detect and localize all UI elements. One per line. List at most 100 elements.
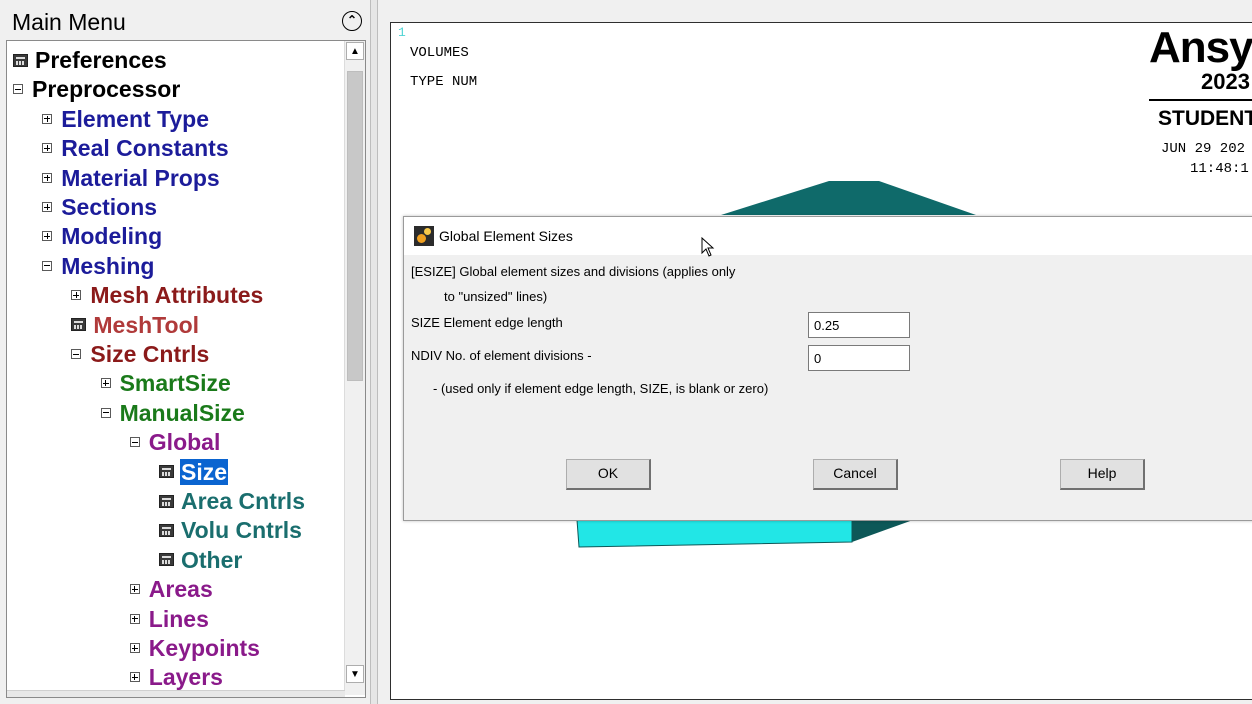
esize-description: [ESIZE] Global element sizes and divisio…: [411, 264, 736, 279]
tree-item-meshing[interactable]: Meshing: [42, 252, 155, 280]
tree-item-volu-cntrls[interactable]: Volu Cntrls: [159, 516, 303, 544]
function-icon[interactable]: [159, 494, 174, 508]
volume-top-face: [721, 181, 976, 215]
function-icon[interactable]: [13, 53, 28, 67]
tree-item-area-cntrls[interactable]: Area Cntrls: [159, 487, 306, 515]
tree-item-element-type[interactable]: Element Type: [42, 105, 210, 133]
function-icon[interactable]: [159, 523, 174, 537]
expand-icon[interactable]: [71, 290, 82, 301]
tree-item-lines[interactable]: Lines: [129, 605, 210, 633]
tree-item-smartsize[interactable]: SmartSize: [100, 369, 232, 397]
panel-splitter[interactable]: [370, 0, 378, 704]
expand-icon[interactable]: [42, 113, 53, 124]
tree-item-label: Modeling: [61, 223, 163, 250]
dialog-title: Global Element Sizes: [439, 228, 573, 244]
ok-button[interactable]: OK: [566, 459, 651, 490]
ndiv-label: NDIV No. of element divisions -: [411, 348, 592, 363]
tree-item-manualsize[interactable]: ManualSize: [100, 399, 246, 427]
collapse-tree-icon[interactable]: [71, 349, 82, 359]
collapse-icon[interactable]: ⌃: [342, 11, 362, 31]
ansys-edition: STUDENT: [1158, 107, 1252, 130]
ansys-app-icon: [414, 226, 434, 246]
tree-item-preprocessor[interactable]: Preprocessor: [13, 75, 181, 103]
ansys-year: 2023: [1201, 69, 1250, 94]
logo-divider: [1149, 99, 1252, 101]
tree-item-label: Size Cntrls: [90, 341, 210, 367]
collapse-tree-icon[interactable]: [100, 407, 111, 418]
volume-front-face: [576, 519, 853, 548]
function-icon[interactable]: [71, 318, 87, 332]
expand-icon[interactable]: [100, 378, 111, 389]
ansys-logo: Ansys: [1149, 23, 1252, 72]
tree-item-label: Mesh Attributes: [90, 282, 264, 309]
function-icon[interactable]: [159, 553, 174, 567]
tree-item-label: SmartSize: [119, 370, 231, 397]
esize-description-cont: to "unsized" lines): [444, 289, 548, 304]
tree-item-size[interactable]: Size: [159, 458, 229, 486]
tree-item-label: Size: [180, 458, 229, 485]
ndiv-note: - (used only if element edge length, SIZ…: [433, 381, 769, 396]
window-number: 1: [398, 25, 406, 40]
tree-item-label: MeshTool: [93, 311, 200, 338]
tree-item-real-constants[interactable]: Real Constants: [42, 134, 229, 162]
tree-item-layers[interactable]: Layers: [129, 663, 224, 691]
tree-item-label: Global: [148, 429, 221, 456]
tree-item-meshtool[interactable]: MeshTool: [71, 311, 200, 339]
tree-horizontal-scrollbar[interactable]: [7, 690, 345, 697]
plot-time: 11:48:1: [1190, 161, 1249, 177]
tree-item-keypoints[interactable]: Keypoints: [129, 634, 261, 662]
expand-icon[interactable]: [42, 172, 53, 183]
cancel-button[interactable]: Cancel: [813, 459, 898, 490]
size-label: SIZE Element edge length: [411, 315, 563, 330]
volume-side-face: [852, 520, 913, 542]
tree-item-label: Preferences: [35, 47, 167, 73]
tree-item-label: Material Props: [61, 164, 220, 191]
expand-icon[interactable]: [129, 584, 140, 595]
tree-item-global[interactable]: Global: [129, 428, 222, 456]
dialog-titlebar[interactable]: Global Element Sizes: [404, 217, 1252, 255]
tree-item-label: Lines: [148, 605, 209, 632]
tree-item-label: Area Cntrls: [181, 488, 305, 514]
size-input[interactable]: [808, 312, 910, 338]
collapse-tree-icon[interactable]: [42, 260, 53, 271]
tree-item-label: Layers: [148, 664, 223, 691]
tree-item-label: Keypoints: [148, 635, 260, 661]
expand-icon[interactable]: [42, 202, 53, 212]
tree-item-preferences[interactable]: Preferences: [13, 46, 168, 74]
expand-icon[interactable]: [129, 613, 140, 624]
tree-item-label: Volu Cntrls: [181, 517, 302, 544]
expand-icon[interactable]: [129, 672, 140, 683]
help-button[interactable]: Help: [1060, 459, 1145, 490]
collapse-tree-icon[interactable]: [13, 84, 23, 95]
tree-item-label: Preprocessor: [32, 76, 181, 103]
mouse-cursor-icon: [701, 237, 715, 257]
expand-icon[interactable]: [129, 643, 140, 653]
tree-item-mesh-attributes[interactable]: Mesh Attributes: [71, 281, 264, 309]
scroll-thumb[interactable]: [347, 71, 363, 381]
function-icon[interactable]: [159, 465, 174, 479]
tree-item-material-props[interactable]: Material Props: [42, 164, 221, 192]
tree-item-label: Real Constants: [61, 135, 229, 162]
tree-vertical-scrollbar[interactable]: ▲ ▼: [344, 41, 365, 695]
tree-item-size-cntrls[interactable]: Size Cntrls: [71, 340, 210, 368]
main-menu-panel: Main Menu ⌃ Preferences Preprocessor Eleme…: [0, 0, 370, 704]
tree-item-other[interactable]: Other: [159, 546, 243, 574]
scroll-up-icon[interactable]: ▲: [346, 42, 364, 60]
tree-item-sections[interactable]: Sections: [42, 193, 158, 221]
plot-label-type: TYPE NUM: [410, 74, 478, 90]
expand-icon[interactable]: [42, 143, 53, 154]
tree-item-label: Meshing: [61, 252, 155, 279]
tree-item-modeling[interactable]: Modeling: [42, 222, 163, 250]
collapse-tree-icon[interactable]: [129, 437, 140, 448]
scroll-down-icon[interactable]: ▼: [346, 665, 364, 683]
expand-icon[interactable]: [42, 231, 53, 242]
tree-item-areas[interactable]: Areas: [129, 575, 214, 603]
plot-label-volumes: VOLUMES: [410, 45, 469, 61]
plot-date: JUN 29 202: [1161, 141, 1246, 157]
main-menu-header: Main Menu ⌃: [6, 6, 366, 38]
ndiv-input[interactable]: [808, 345, 910, 371]
tree-item-label: Other: [181, 546, 243, 573]
tree-item-label: Sections: [61, 194, 158, 220]
tree-item-label: ManualSize: [119, 399, 245, 426]
main-menu-tree: Preferences Preprocessor Element Type Real …: [6, 40, 366, 698]
